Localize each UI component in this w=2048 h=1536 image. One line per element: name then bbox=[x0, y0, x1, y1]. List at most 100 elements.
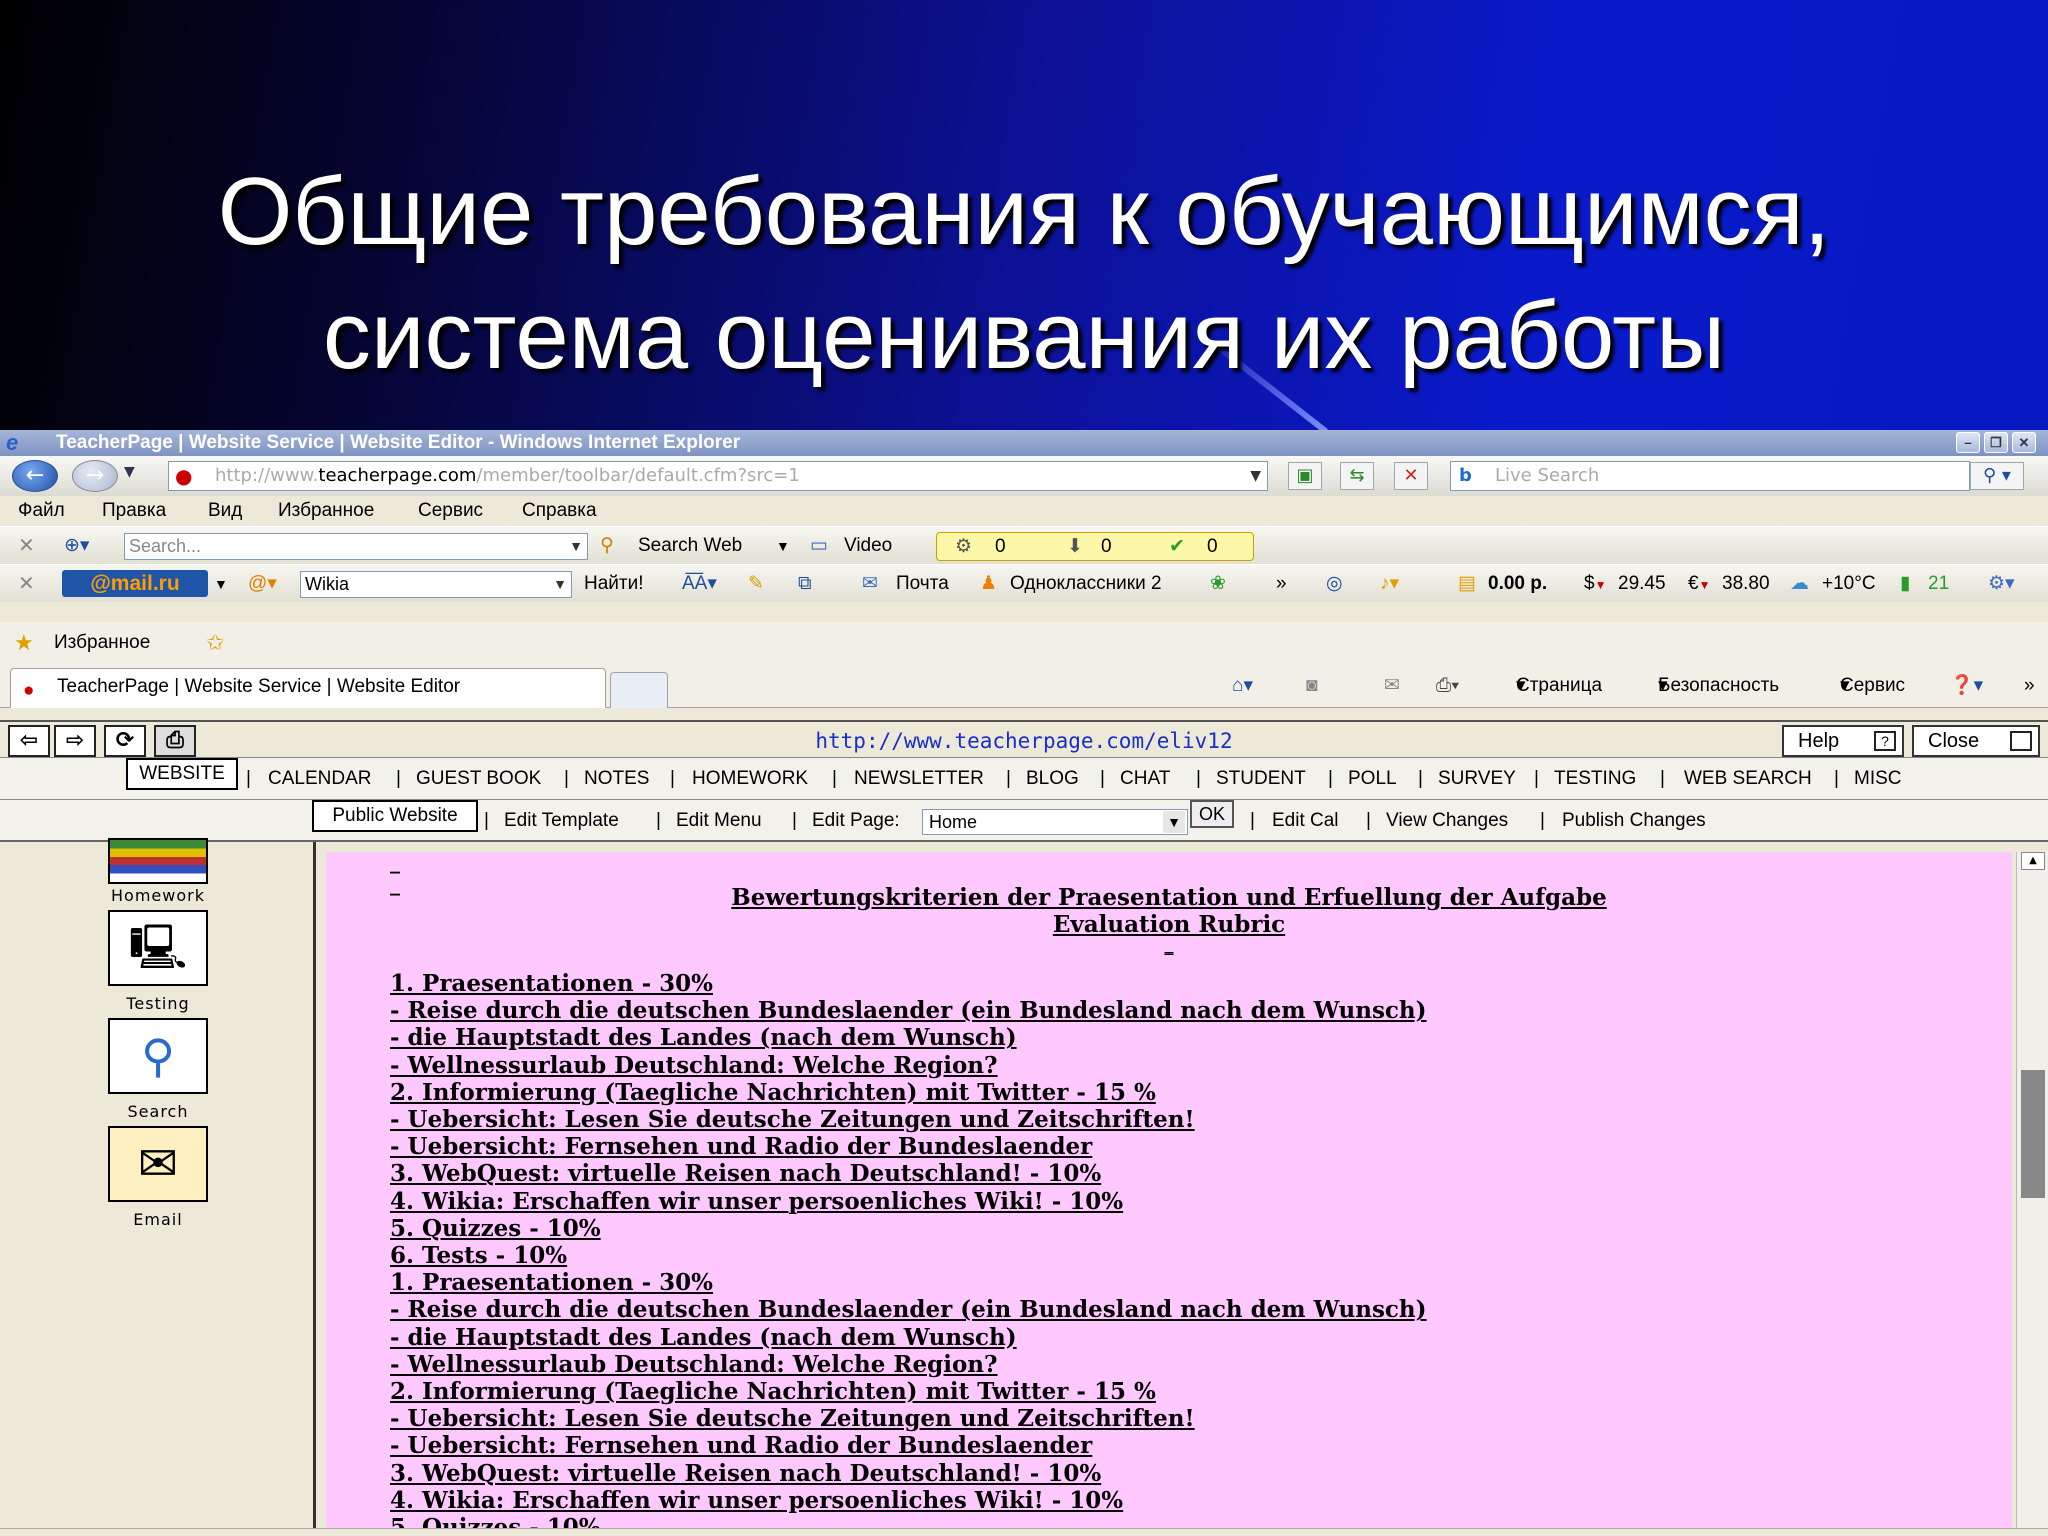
stop-icon[interactable]: ✕ bbox=[1394, 462, 1428, 490]
menu-homework[interactable]: HOMEWORK bbox=[692, 758, 808, 800]
scroll-up-icon[interactable]: ▲ bbox=[2021, 852, 2045, 870]
search-engine-icon[interactable]: ⊕▾ bbox=[64, 527, 89, 565]
search-web-dropdown-icon[interactable]: ▼ bbox=[776, 527, 790, 565]
menu-student[interactable]: STUDENT bbox=[1216, 758, 1306, 800]
mailru-logo[interactable]: @mail.ru bbox=[62, 570, 208, 597]
read-mail-icon[interactable]: ✉ bbox=[1384, 664, 1400, 708]
settings-icon[interactable]: ⚙▾ bbox=[1988, 565, 2015, 603]
agent-icon[interactable]: ❀ bbox=[1210, 565, 1226, 603]
menu-notes[interactable]: NOTES bbox=[584, 758, 649, 800]
highlighter-icon[interactable]: ✎ bbox=[748, 565, 764, 603]
radio-icon[interactable]: ◎ bbox=[1326, 565, 1343, 603]
usd-rate[interactable]: 29.45 bbox=[1618, 565, 1666, 603]
sidebar-testing-label[interactable]: Testing bbox=[80, 994, 236, 1013]
tab-teacherpage[interactable]: ● TeacherPage | Website Service | Websit… bbox=[10, 668, 606, 708]
close-button[interactable]: Close bbox=[1912, 725, 2040, 757]
rubric-item[interactable]: 4. Wikia: Erschaffen wir unser persoenli… bbox=[390, 1487, 1950, 1514]
sidebar-email-label[interactable]: Email bbox=[80, 1210, 236, 1229]
publish-changes-link[interactable]: Publish Changes bbox=[1562, 800, 1706, 842]
menu-poll[interactable]: POLL bbox=[1348, 758, 1397, 800]
address-dropdown-icon[interactable]: ▼ bbox=[1250, 462, 1261, 490]
menu-help[interactable]: Справка bbox=[522, 496, 597, 526]
tools-menu[interactable]: Сервис ▾ bbox=[1840, 664, 1905, 708]
safety-menu[interactable]: Безопасность ▾ bbox=[1658, 664, 1779, 708]
mail-button[interactable]: Почта bbox=[896, 565, 949, 603]
traffic-value[interactable]: 21 bbox=[1928, 565, 1949, 603]
minimize-button[interactable]: – bbox=[1956, 432, 1980, 453]
feeds-icon[interactable]: ◙ bbox=[1306, 664, 1317, 708]
menu-testing[interactable]: TESTING bbox=[1554, 758, 1636, 800]
maximize-button[interactable]: ❐ bbox=[1984, 432, 2008, 453]
eur-rate[interactable]: 38.80 bbox=[1722, 565, 1770, 603]
edit-menu-link[interactable]: Edit Menu bbox=[676, 800, 762, 842]
rubric-item[interactable]: 6. Tests - 10% bbox=[390, 1242, 1950, 1269]
weather-value[interactable]: +10°C bbox=[1822, 565, 1876, 603]
close-toolbar-icon[interactable]: ✕ bbox=[18, 527, 35, 565]
rubric-item[interactable]: - die Hauptstadt des Landes (nach dem Wu… bbox=[390, 1024, 1950, 1051]
scroll-thumb[interactable] bbox=[2021, 1070, 2045, 1198]
rubric-item[interactable]: - Uebersicht: Lesen Sie deutsche Zeitung… bbox=[390, 1405, 1950, 1432]
rubric-item[interactable]: 2. Informierung (Taegliche Nachrichten) … bbox=[390, 1079, 1950, 1106]
close-window-button[interactable]: ✕ bbox=[2012, 432, 2036, 453]
rubric-item[interactable]: 1. Praesentationen - 30% bbox=[390, 1269, 1950, 1296]
new-tab-button[interactable] bbox=[610, 672, 668, 708]
find-button[interactable]: Найти! bbox=[584, 565, 644, 603]
font-size-icon[interactable]: A͞A▾ bbox=[682, 565, 717, 603]
rubric-item[interactable]: - die Hauptstadt des Landes (nach dem Wu… bbox=[390, 1324, 1950, 1351]
refresh-icon[interactable]: ⇆ bbox=[1340, 462, 1374, 490]
testing-icon[interactable]: 🖳 bbox=[108, 910, 208, 986]
teacherpage-url[interactable]: http://www.teacherpage.com/eliv12 bbox=[0, 722, 2048, 760]
rubric-item[interactable]: 5. Quizzes - 10% bbox=[390, 1215, 1950, 1242]
help-icon[interactable]: ❓▾ bbox=[1950, 664, 1983, 708]
rubric-item[interactable]: 4. Wikia: Erschaffen wir unser persoenli… bbox=[390, 1188, 1950, 1215]
mailru-search-input[interactable]: Wikia ▼ bbox=[300, 571, 572, 598]
menu-favorites[interactable]: Избранное bbox=[278, 496, 374, 526]
compatibility-icon[interactable]: ▣ bbox=[1288, 462, 1322, 490]
search-dropdown-icon[interactable]: ▼ bbox=[569, 534, 583, 559]
back-button[interactable]: ← bbox=[12, 460, 58, 492]
public-website-button[interactable]: Public Website bbox=[312, 800, 478, 832]
menu-chat[interactable]: CHAT bbox=[1120, 758, 1170, 800]
menu-calendar[interactable]: CALENDAR bbox=[268, 758, 371, 800]
menu-blog[interactable]: BLOG bbox=[1026, 758, 1079, 800]
vertical-scrollbar[interactable]: ▲ bbox=[2016, 852, 2048, 1536]
add-favorite-icon[interactable]: ✩ bbox=[206, 622, 224, 664]
balance-value[interactable]: 0.00 р. bbox=[1488, 565, 1547, 603]
music-icon[interactable]: ♪▾ bbox=[1380, 565, 1399, 603]
edit-template-link[interactable]: Edit Template bbox=[504, 800, 619, 842]
view-changes-link[interactable]: View Changes bbox=[1386, 800, 1508, 842]
history-dropdown-icon[interactable]: ▼ bbox=[124, 464, 135, 480]
search-web-button[interactable]: Search Web bbox=[638, 527, 742, 565]
odnoklassniki-button[interactable]: Одноклассники 2 bbox=[1010, 565, 1162, 603]
edit-page-select[interactable]: Home ▼ bbox=[922, 809, 1188, 835]
sidebar-homework-label[interactable]: Homework bbox=[80, 886, 236, 905]
menu-website[interactable]: WEBSITE bbox=[126, 758, 238, 790]
favorites-button[interactable]: Избранное bbox=[54, 622, 150, 664]
rubric-item[interactable]: 1. Praesentationen - 30% bbox=[390, 970, 1950, 997]
page-menu[interactable]: Страница ▾ bbox=[1516, 664, 1602, 708]
print-icon[interactable]: ⎙▾ bbox=[1436, 664, 1459, 708]
rubric-item[interactable]: - Uebersicht: Lesen Sie deutsche Zeitung… bbox=[390, 1106, 1950, 1133]
live-search-input[interactable]: b Live Search bbox=[1450, 461, 1970, 491]
menu-survey[interactable]: SURVEY bbox=[1438, 758, 1516, 800]
chevron-right-icon[interactable]: » bbox=[2024, 664, 2035, 708]
more-toolbar-icon[interactable]: » bbox=[1276, 565, 1287, 603]
menu-newsletter[interactable]: NEWSLETTER bbox=[854, 758, 984, 800]
rubric-item[interactable]: - Reise durch die deutschen Bundeslaende… bbox=[390, 1296, 1950, 1323]
mailru-dropdown-icon[interactable]: ▼ bbox=[214, 565, 228, 603]
homework-icon[interactable] bbox=[108, 838, 208, 884]
rubric-item[interactable]: - Wellnessurlaub Deutschland: Welche Reg… bbox=[390, 1351, 1950, 1378]
rubric-item[interactable]: - Uebersicht: Fernsehen und Radio der Bu… bbox=[390, 1432, 1950, 1459]
rubric-item[interactable]: - Wellnessurlaub Deutschland: Welche Reg… bbox=[390, 1052, 1950, 1079]
email-icon[interactable]: ✉ bbox=[108, 1126, 208, 1202]
menu-guest-book[interactable]: GUEST BOOK bbox=[416, 758, 541, 800]
mailru-search-icon[interactable]: @▾ bbox=[248, 565, 277, 603]
forward-button[interactable]: → bbox=[72, 460, 118, 492]
toolbar-search-input[interactable]: Search... ▼ bbox=[124, 533, 588, 560]
mailru-search-dropdown-icon[interactable]: ▼ bbox=[553, 572, 567, 597]
menu-misc[interactable]: MISC bbox=[1854, 758, 1902, 800]
address-bar[interactable]: ● http://www.teacherpage.com/member/tool… bbox=[168, 461, 1268, 491]
rubric-item[interactable]: 3. WebQuest: virtuelle Reisen nach Deuts… bbox=[390, 1460, 1950, 1487]
close-mailru-toolbar-icon[interactable]: ✕ bbox=[18, 565, 35, 603]
ok-button[interactable]: OK bbox=[1190, 800, 1234, 828]
